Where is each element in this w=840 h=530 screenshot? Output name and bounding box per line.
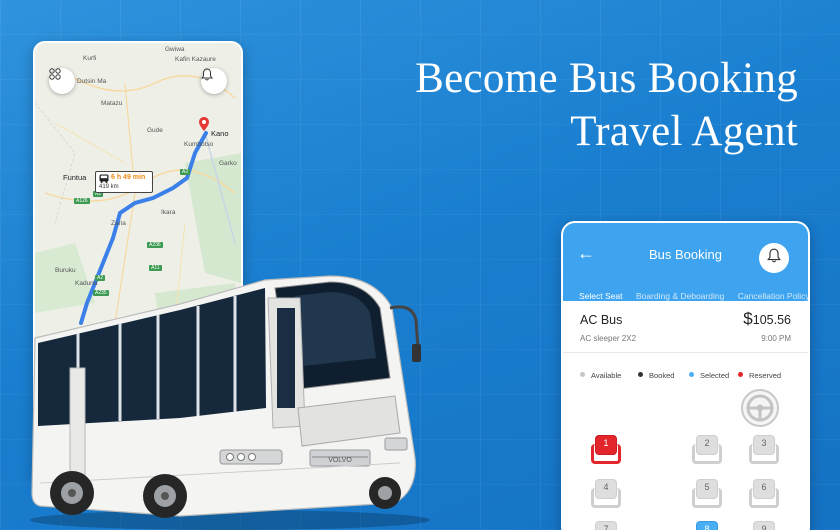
- seat-4[interactable]: 4: [591, 479, 621, 509]
- seat-number: 9: [761, 524, 767, 530]
- tab-cancellation[interactable]: Cancellation Policy: [738, 291, 808, 301]
- legend-dot: [580, 372, 585, 377]
- legend-label: Available: [591, 371, 622, 380]
- town-label: Kumbotso: [184, 141, 214, 148]
- seat-5[interactable]: 5: [692, 479, 722, 509]
- headline-line-2: Travel Agent: [570, 108, 798, 155]
- town-label: Funtua: [63, 173, 87, 182]
- seat-6[interactable]: 6: [749, 479, 779, 509]
- price-value: 105.56: [752, 313, 791, 327]
- seat-7[interactable]: 7: [591, 521, 621, 530]
- road-tag: A2: [180, 169, 191, 175]
- seat-number: 7: [603, 524, 609, 530]
- legend-item: Selected: [689, 371, 729, 380]
- road-tag: A126: [74, 198, 90, 204]
- town-label: Garko: [219, 160, 237, 167]
- seat-number: 4: [603, 482, 609, 492]
- headline: Become Bus Booking Travel Agent: [415, 52, 798, 158]
- seat-3[interactable]: 3: [749, 435, 779, 465]
- booking-phone: ← Bus Booking Select Seat Boarding & Deb…: [561, 221, 810, 530]
- seat-number: 2: [704, 438, 710, 448]
- tab-bar: Select Seat Boarding & Deboarding Cancel…: [579, 286, 808, 304]
- legend-dot: [638, 372, 643, 377]
- bus-type: AC sleeper 2X2: [580, 334, 637, 343]
- town-label: Matazu: [101, 100, 123, 107]
- town-label: Gwiwa: [165, 46, 185, 53]
- departure-time: 9:00 PM: [761, 334, 791, 343]
- road-tag: A236: [147, 242, 163, 248]
- legend-item: Booked: [638, 371, 674, 380]
- seat-number: 8: [704, 524, 710, 530]
- booking-header: ← Bus Booking Select Seat Boarding & Deb…: [563, 223, 808, 304]
- legend-item: Reserved: [738, 371, 784, 380]
- bus-image: VOLVO: [30, 258, 432, 530]
- legend-item: Available: [580, 371, 621, 380]
- menu-button[interactable]: [49, 68, 75, 94]
- currency-symbol: $: [743, 309, 753, 328]
- town-label: Gude: [147, 127, 163, 134]
- seat-number: 3: [761, 438, 767, 448]
- seat-9[interactable]: 9: [749, 521, 779, 530]
- town-label: Kurfi: [83, 55, 97, 62]
- town-label: Zaria: [111, 220, 126, 227]
- notification-button[interactable]: [201, 68, 227, 94]
- bus-price: $105.56: [743, 309, 791, 329]
- bell-icon: [767, 248, 781, 268]
- trip-info-box[interactable]: 6 h 49 min 419 km: [95, 171, 153, 193]
- seat-number: 6: [761, 482, 767, 492]
- town-label: Dutsin Ma: [77, 78, 107, 85]
- notification-button[interactable]: [759, 243, 789, 273]
- seat-2[interactable]: 2: [692, 435, 722, 465]
- legend-dot: [689, 372, 694, 377]
- steering-wheel-icon: [741, 389, 779, 427]
- legend-label: Selected: [700, 371, 730, 380]
- seat-1[interactable]: 1: [591, 435, 621, 465]
- trip-distance: 419 km: [99, 184, 119, 190]
- seat-8[interactable]: 8: [692, 521, 722, 530]
- town-label: Ikara: [161, 209, 176, 216]
- tab-boarding[interactable]: Boarding & Deboarding: [636, 291, 724, 301]
- town-label: Kafin Kazaure: [175, 56, 216, 63]
- bus-name: AC Bus: [580, 313, 623, 327]
- svg-text:VOLVO: VOLVO: [328, 457, 352, 464]
- legend-label: Booked: [649, 371, 675, 380]
- bus-info-card: AC Bus AC sleeper 2X2 $105.56 9:00 PM: [563, 301, 808, 353]
- seat-number: 5: [704, 482, 710, 492]
- headline-line-1: Become Bus Booking: [415, 55, 798, 102]
- legend-label: Reserved: [749, 371, 782, 380]
- trip-duration: 6 h 49 min: [111, 174, 146, 181]
- town-label: Kano: [211, 129, 229, 138]
- legend-dot: [738, 372, 743, 377]
- seat-number: 1: [603, 438, 609, 448]
